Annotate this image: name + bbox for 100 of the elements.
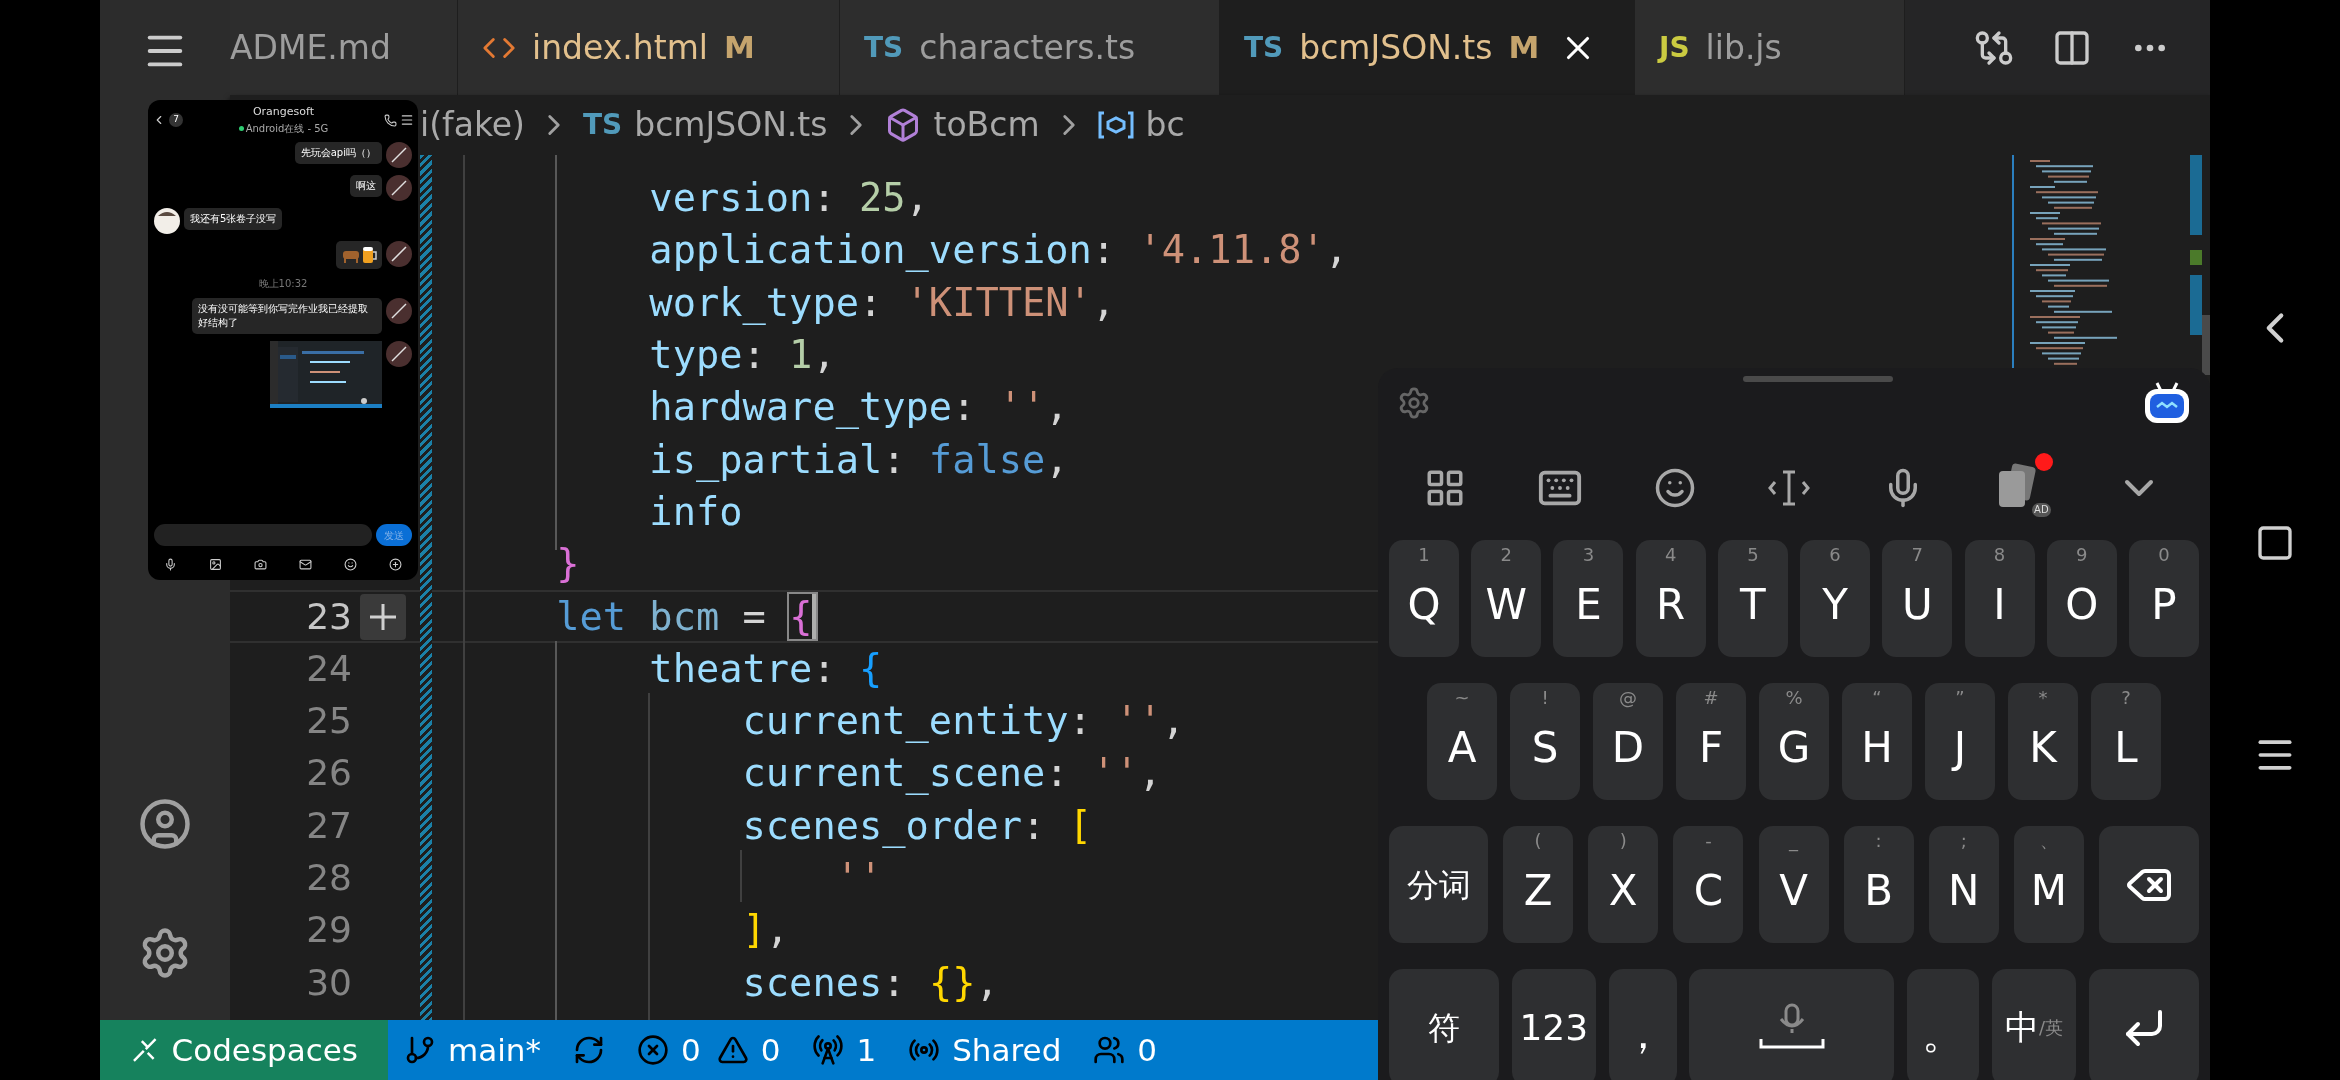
keyboard-key[interactable]: % G bbox=[1759, 683, 1829, 800]
key-hint: 6 bbox=[1829, 546, 1841, 564]
key-label: F bbox=[1698, 722, 1724, 774]
keyboard-key[interactable]: 4 R bbox=[1635, 540, 1706, 657]
code-line: } bbox=[556, 541, 580, 587]
key-hint: 4 bbox=[1664, 546, 1677, 564]
breadcrumb-item[interactable]: i(fake) bbox=[420, 100, 525, 150]
ad-label: AD bbox=[2032, 503, 2051, 517]
account-icon[interactable] bbox=[138, 797, 192, 851]
keyboard-key[interactable]: ! S bbox=[1510, 683, 1580, 800]
message-input[interactable] bbox=[154, 524, 372, 546]
tab-label: characters.ts bbox=[919, 26, 1136, 69]
keyboard-key[interactable]: : B bbox=[1843, 826, 1914, 943]
code-line: current_scene: '', bbox=[742, 750, 1162, 796]
keyboard-key[interactable]: 8 I bbox=[1964, 540, 2035, 657]
key-label: N bbox=[1948, 865, 1980, 917]
keyboard-key[interactable]: 123 bbox=[1511, 969, 1596, 1080]
keyboard-key[interactable]: 7 U bbox=[1882, 540, 1953, 657]
status-item[interactable]: main* bbox=[448, 1026, 541, 1074]
code-line: application_version: '4.11.8', bbox=[649, 227, 1349, 273]
breadcrumb-item[interactable]: bc bbox=[1145, 100, 1185, 150]
key-hint: 2 bbox=[1500, 546, 1512, 564]
key-label: A bbox=[1447, 722, 1477, 774]
emoji-icon[interactable] bbox=[344, 557, 357, 571]
status-item[interactable]: 1 bbox=[856, 1026, 877, 1074]
keyboard-key[interactable]: 符 bbox=[1389, 969, 1499, 1080]
tab-label: lib.js bbox=[1705, 26, 1782, 69]
key-label: 中 bbox=[2005, 1006, 2040, 1049]
modified-label: M bbox=[1508, 28, 1540, 68]
keyboard-key[interactable]: ， bbox=[1608, 969, 1677, 1080]
status-item[interactable]: 0 bbox=[1137, 1026, 1158, 1074]
key-hint: 0 bbox=[2158, 546, 2170, 564]
keyboard-key[interactable]: * K bbox=[2008, 683, 2078, 800]
space-key[interactable] bbox=[1689, 969, 1895, 1080]
tab-label: bcmJSON.ts bbox=[1299, 26, 1493, 69]
keyboard-key[interactable]: 。 bbox=[1907, 969, 1980, 1080]
breadcrumb-item[interactable]: bcmJSON.ts bbox=[634, 100, 828, 150]
keyboard-key[interactable]: # F bbox=[1676, 683, 1746, 800]
phone-icon[interactable] bbox=[384, 113, 397, 127]
error-icon bbox=[636, 1034, 669, 1066]
keyboard-key[interactable]: @ D bbox=[1593, 683, 1663, 800]
avatar bbox=[386, 142, 412, 168]
file-type-icon: TS bbox=[1244, 26, 1284, 69]
code-line: scenes: {}, bbox=[742, 959, 999, 1005]
keyboard-key[interactable]: 5 T bbox=[1717, 540, 1788, 657]
chat-subtitle: Android在线 - 5G bbox=[245, 121, 329, 136]
drag-handle[interactable] bbox=[1743, 376, 1893, 382]
menu-icon[interactable] bbox=[400, 113, 414, 127]
envelope-icon[interactable] bbox=[299, 557, 312, 571]
key-hint: ; bbox=[1960, 832, 1967, 850]
chat-title: Orangesoft bbox=[252, 104, 315, 121]
keyboard-key[interactable]: ~ A bbox=[1427, 683, 1497, 800]
emoji-drawing bbox=[336, 241, 382, 269]
status-item[interactable]: 0 bbox=[760, 1026, 781, 1074]
add-comment-button[interactable] bbox=[360, 593, 406, 640]
keyboard-key[interactable]: ) X bbox=[1588, 826, 1659, 943]
editor-tab[interactable]: ADME.md bbox=[230, 0, 458, 95]
keyboard-key[interactable]: ? L bbox=[2091, 683, 2161, 800]
keyboard-key[interactable]: 、 M bbox=[2013, 826, 2084, 943]
keyboard-key[interactable]: 分词 bbox=[1389, 826, 1488, 943]
keyboard-key[interactable]: - C bbox=[1673, 826, 1744, 943]
recents-icon[interactable] bbox=[2255, 523, 2295, 563]
mic-icon[interactable] bbox=[164, 557, 177, 571]
plus-icon[interactable] bbox=[389, 557, 402, 571]
file-type-icon: TS bbox=[864, 26, 904, 69]
settings-icon[interactable] bbox=[1397, 386, 1431, 420]
keyboard-key[interactable]: _ V bbox=[1758, 826, 1829, 943]
status-item[interactable]: Shared bbox=[952, 1026, 1062, 1074]
keyboard-key[interactable]: 6 Y bbox=[1800, 540, 1871, 657]
backspace-key[interactable] bbox=[2099, 826, 2199, 943]
editor-tab[interactable]: TS bcmJSON.ts M bbox=[1220, 0, 1635, 95]
keyboard-key[interactable]: 2 W bbox=[1471, 540, 1542, 657]
key-hint: * bbox=[2038, 689, 2048, 707]
editor-tab[interactable]: JS lib.js bbox=[1635, 0, 1905, 95]
keyboard-key[interactable]: ” J bbox=[1925, 683, 1995, 800]
keyboard-key[interactable]: 3 E bbox=[1553, 540, 1624, 657]
avatar bbox=[386, 341, 412, 367]
line-number: 30 bbox=[306, 960, 352, 1005]
keyboard-key[interactable]: “ H bbox=[1842, 683, 1912, 800]
breadcrumb-item[interactable]: toBcm bbox=[933, 100, 1040, 150]
keyboard-key[interactable]: 0 P bbox=[2128, 540, 2199, 657]
key-label: C bbox=[1693, 865, 1724, 917]
editor-tab[interactable]: index.html M bbox=[458, 0, 840, 95]
keyboard-key[interactable]: 9 O bbox=[2046, 540, 2117, 657]
text-cursor-icon[interactable] bbox=[1766, 468, 1811, 508]
key-label: K bbox=[2029, 722, 2057, 774]
enter-key[interactable] bbox=[2088, 969, 2199, 1080]
keyboard-key[interactable]: 1 Q bbox=[1389, 540, 1459, 657]
variable-icon bbox=[1097, 110, 1134, 140]
message-bubble: 没有没可能等到你写完作业我已经提取好结构了 bbox=[192, 298, 382, 334]
keyboard-key[interactable]: ( Z bbox=[1503, 826, 1574, 943]
line-number: 25 bbox=[306, 699, 352, 744]
camera-icon[interactable] bbox=[254, 557, 267, 571]
key-hint: 8 bbox=[1993, 546, 2006, 564]
editor-tab[interactable]: TS characters.ts bbox=[840, 0, 1220, 95]
emoji-icon[interactable] bbox=[1654, 467, 1697, 509]
keyboard-key[interactable]: ; N bbox=[1928, 826, 1999, 943]
status-item[interactable]: 0 bbox=[680, 1026, 701, 1074]
key-hint: ( bbox=[1534, 832, 1542, 850]
image-icon[interactable] bbox=[209, 557, 222, 571]
